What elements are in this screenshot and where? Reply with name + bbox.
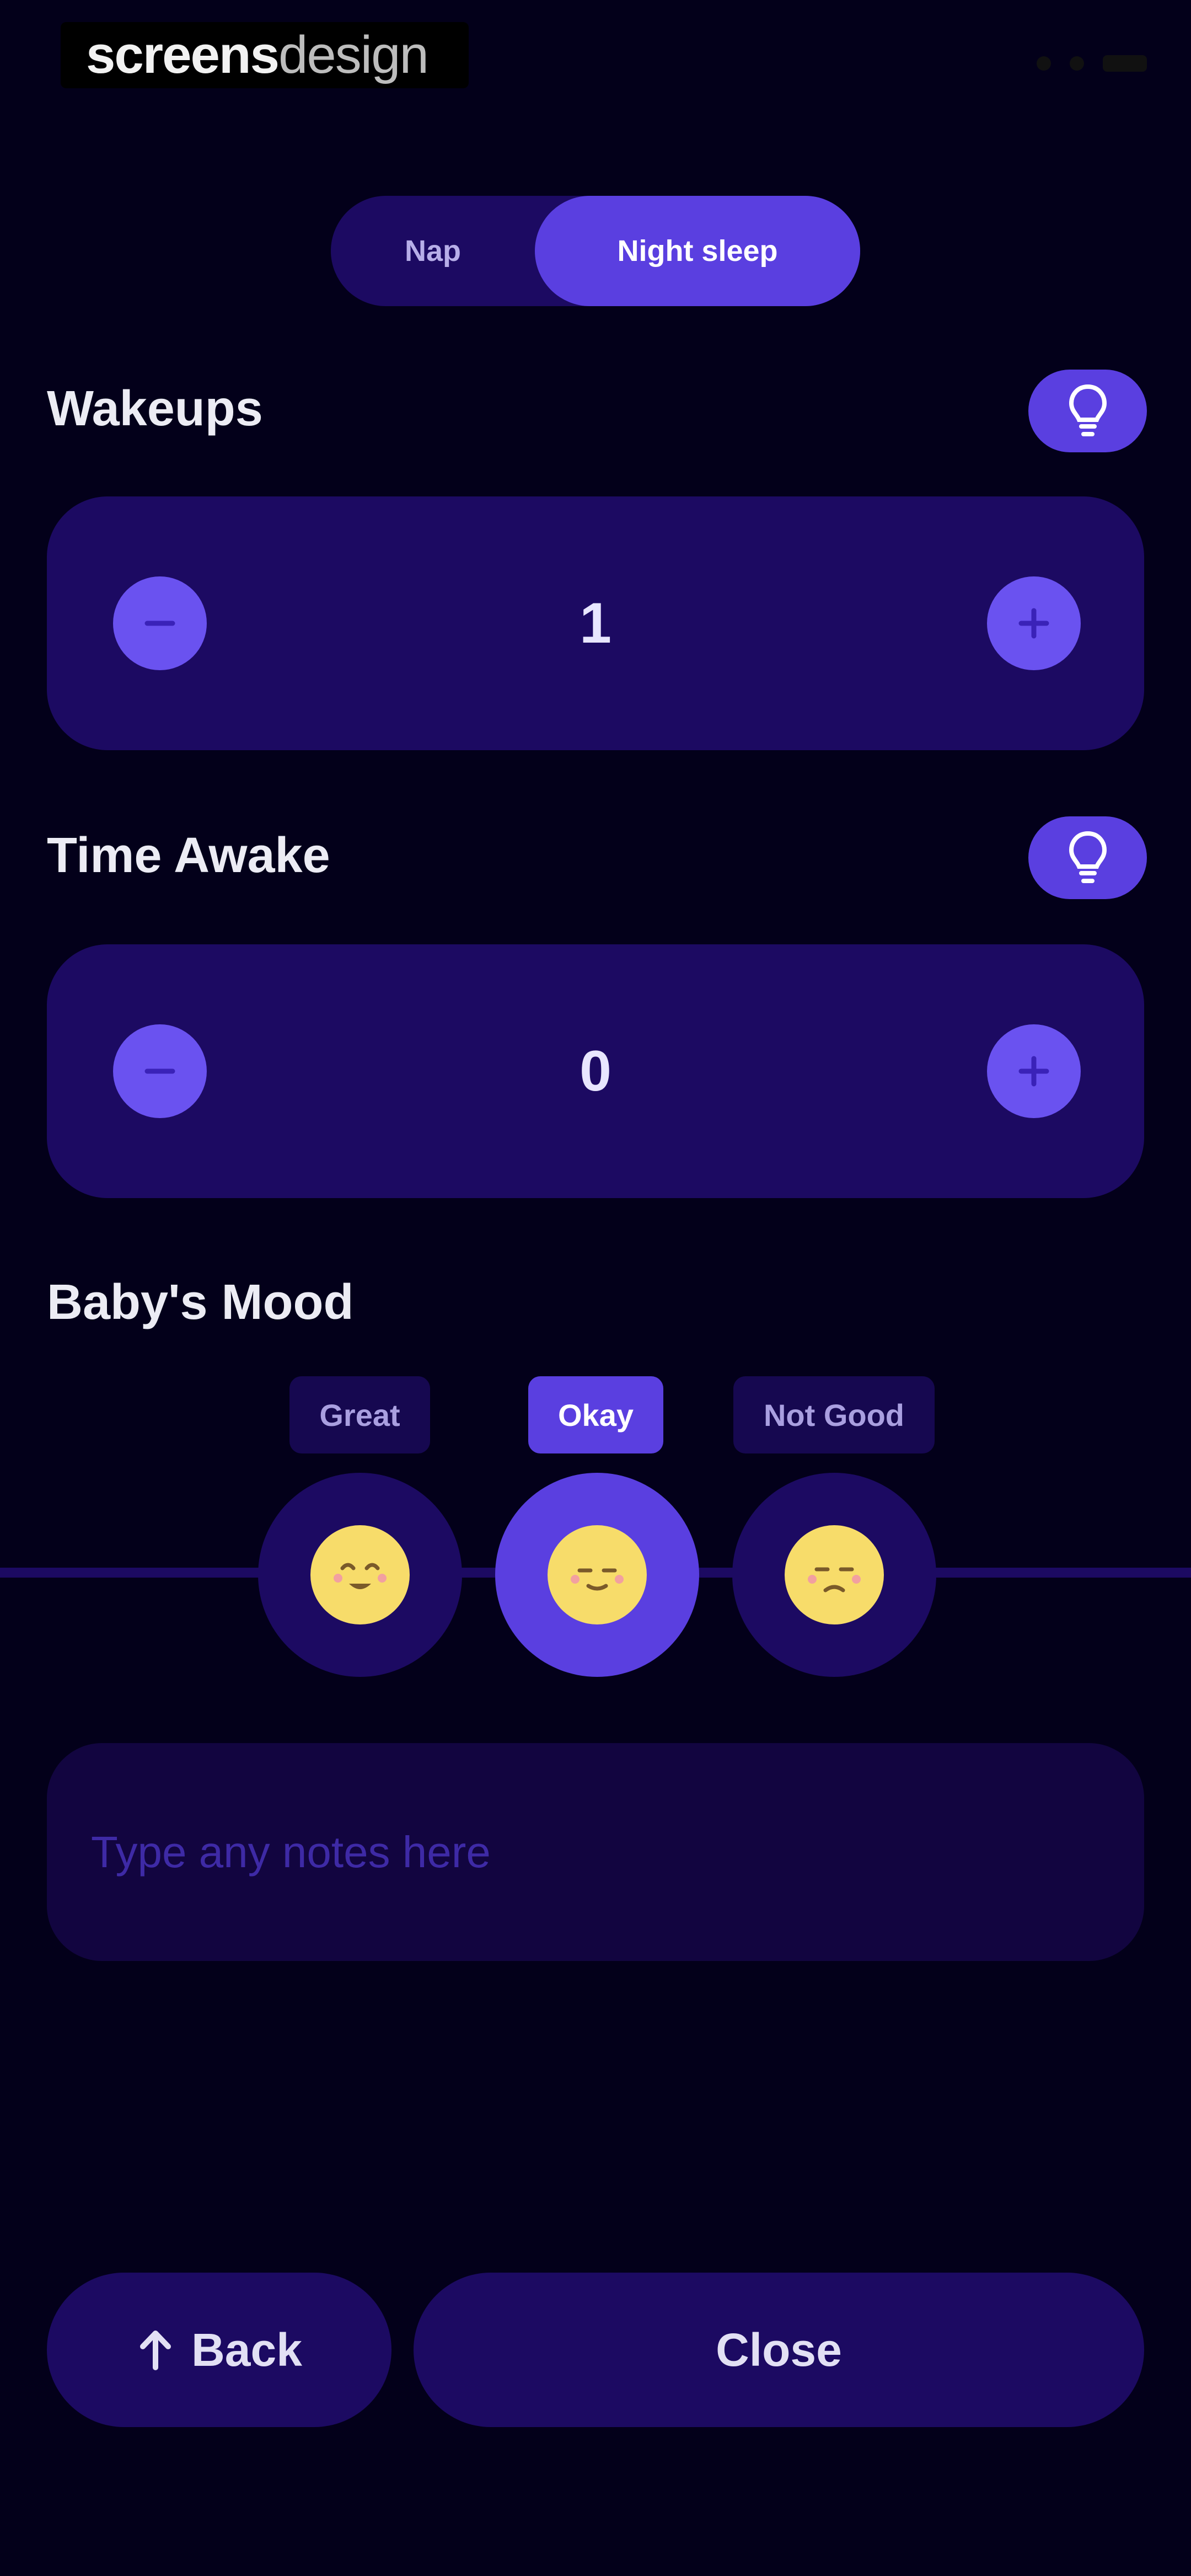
toggle-night-sleep[interactable]: Night sleep — [535, 196, 860, 306]
wifi-icon — [1070, 56, 1084, 71]
minus-icon — [144, 621, 175, 626]
wakeups-decrement-button[interactable] — [113, 576, 207, 670]
mood-label-okay[interactable]: Okay — [528, 1376, 663, 1453]
time-awake-value: 0 — [580, 1039, 611, 1103]
plus-icon — [1018, 608, 1049, 639]
wakeups-increment-button[interactable] — [987, 576, 1081, 670]
battery-icon — [1103, 55, 1147, 72]
time-awake-counter: 0 — [47, 944, 1144, 1198]
wakeups-value: 1 — [580, 591, 611, 655]
wakeups-tip-button[interactable] — [1028, 370, 1147, 452]
sad-face-icon — [785, 1525, 884, 1624]
mood-option-not-good[interactable] — [732, 1473, 936, 1677]
minus-icon — [144, 1068, 175, 1074]
time-awake-increment-button[interactable] — [987, 1024, 1081, 1118]
back-button-label: Back — [191, 2323, 302, 2376]
toggle-nap[interactable]: Nap — [331, 196, 535, 306]
mood-label-not-good[interactable]: Not Good — [733, 1376, 935, 1453]
time-awake-decrement-button[interactable] — [113, 1024, 207, 1118]
sleep-type-toggle: Nap Night sleep — [331, 196, 860, 306]
watermark-bold: screens — [86, 25, 280, 84]
neutral-face-icon — [548, 1525, 647, 1624]
notes-input[interactable] — [47, 1743, 1144, 1961]
wakeups-title: Wakeups — [47, 381, 263, 436]
happy-face-icon — [310, 1525, 410, 1624]
close-button[interactable]: Close — [414, 2273, 1144, 2427]
mood-label-great[interactable]: Great — [289, 1376, 430, 1453]
signal-icon — [1037, 56, 1051, 71]
status-bar — [1037, 55, 1147, 72]
arrow-up-icon — [140, 2331, 171, 2370]
time-awake-title: Time Awake — [47, 828, 330, 883]
back-button[interactable]: Back — [47, 2273, 391, 2427]
lightbulb-icon — [1069, 384, 1107, 436]
mood-option-great[interactable] — [258, 1473, 462, 1677]
watermark-light: design — [278, 25, 429, 84]
lightbulb-icon — [1069, 831, 1107, 883]
mood-title: Baby's Mood — [47, 1275, 354, 1330]
watermark-logo: screens design — [61, 22, 469, 88]
mood-option-okay[interactable] — [495, 1473, 699, 1677]
time-awake-tip-button[interactable] — [1028, 816, 1147, 899]
wakeups-counter: 1 — [47, 496, 1144, 750]
plus-icon — [1018, 1056, 1049, 1087]
